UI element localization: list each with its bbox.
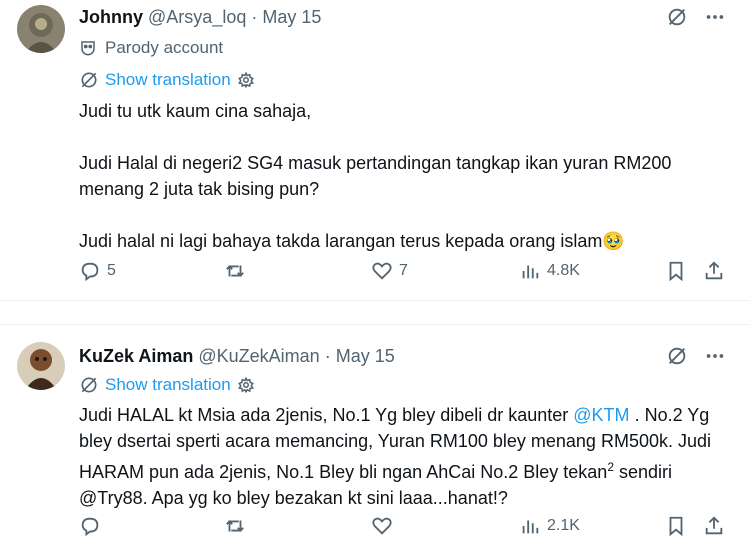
post-header: KuZek Aiman @KuZekAiman · May 15 <box>79 345 395 367</box>
author-name[interactable]: KuZek Aiman <box>79 346 193 366</box>
author-handle[interactable]: @KuZekAiman <box>198 346 319 366</box>
views-icon <box>522 265 539 279</box>
post-top-actions <box>666 6 726 28</box>
text-run: Judi HALAL kt Msia ada 2jenis, No.1 Yg b… <box>79 405 574 425</box>
reply-count: 5 <box>107 262 116 279</box>
post-divider <box>0 300 750 325</box>
post-date[interactable]: May 15 <box>336 346 395 366</box>
show-translation[interactable]: Show translation <box>79 375 255 395</box>
bookmark-button[interactable] <box>665 260 687 282</box>
views-button[interactable]: 2.1K <box>519 515 580 537</box>
grok-icon[interactable] <box>666 6 688 28</box>
view-count: 2.1K <box>547 517 580 534</box>
grok-icon[interactable] <box>666 345 688 367</box>
bookmark-icon <box>669 261 683 282</box>
post-paragraph: Judi Halal di negeri2 SG4 masuk pertandi… <box>79 153 672 199</box>
repost-icon <box>226 520 244 532</box>
views-button[interactable]: 4.8K <box>519 260 580 282</box>
post-paragraph: Judi halal ni lagi bahaya takda larangan… <box>79 231 625 251</box>
repost-button[interactable] <box>224 260 252 282</box>
post-date[interactable]: May 15 <box>262 7 321 27</box>
translate-icon <box>79 375 99 395</box>
author-handle[interactable]: @Arsya_loq <box>148 7 246 27</box>
reply-icon <box>81 517 99 537</box>
post-actions: 5 7 4.8K <box>79 260 729 286</box>
translate-icon <box>79 70 99 90</box>
share-button[interactable] <box>703 260 725 282</box>
show-translation-link[interactable]: Show translation <box>105 375 231 395</box>
more-icon[interactable] <box>704 6 726 28</box>
share-icon <box>705 516 723 535</box>
separator: · <box>251 7 258 27</box>
bookmark-icon <box>669 516 683 537</box>
more-icon[interactable] <box>704 345 726 367</box>
avatar[interactable] <box>17 342 65 390</box>
post-actions: 2.1K <box>79 515 729 541</box>
heart-icon <box>372 517 392 535</box>
superscript: 2 <box>607 460 614 474</box>
like-button[interactable]: 7 <box>371 260 408 282</box>
mask-icon <box>79 39 97 57</box>
post-paragraph: Judi tu utk kaum cina sahaja, <box>79 101 312 121</box>
post-text: Judi HALAL kt Msia ada 2jenis, No.1 Yg b… <box>79 402 729 511</box>
reply-button[interactable]: 5 <box>79 260 116 282</box>
share-button[interactable] <box>703 515 725 537</box>
share-icon <box>705 261 723 280</box>
show-translation-link[interactable]: Show translation <box>105 70 231 90</box>
post-paragraph: Judi HALAL kt Msia ada 2jenis, No.1 Yg b… <box>79 402 729 511</box>
post-kuzek[interactable]: KuZek Aiman @KuZekAiman · May 15 Show tr… <box>0 325 750 554</box>
gear-icon[interactable] <box>237 376 255 394</box>
gear-icon[interactable] <box>237 71 255 89</box>
show-translation[interactable]: Show translation <box>79 70 255 90</box>
bookmark-button[interactable] <box>665 515 687 537</box>
like-count: 7 <box>399 262 408 279</box>
mention-link[interactable]: @KTM <box>573 405 629 425</box>
repost-button[interactable] <box>224 515 252 537</box>
parody-label: Parody account <box>105 38 224 57</box>
views-icon <box>522 520 539 534</box>
repost-icon <box>226 265 244 277</box>
post-header: Johnny @Arsya_loq · May 15 <box>79 6 321 28</box>
reply-icon <box>81 262 99 282</box>
avatar[interactable] <box>17 5 65 53</box>
view-count: 4.8K <box>547 262 580 279</box>
like-button[interactable] <box>371 515 399 537</box>
author-name[interactable]: Johnny <box>79 7 143 27</box>
heart-icon <box>372 262 392 280</box>
post-top-actions <box>666 345 726 367</box>
post-text: Judi tu utk kaum cina sahaja, Judi Halal… <box>79 98 729 254</box>
post-johnny[interactable]: Johnny @Arsya_loq · May 15 Parody accoun… <box>0 0 750 300</box>
reply-button[interactable] <box>79 515 107 537</box>
parody-badge: Parody account <box>79 38 223 58</box>
separator: · <box>324 346 331 366</box>
